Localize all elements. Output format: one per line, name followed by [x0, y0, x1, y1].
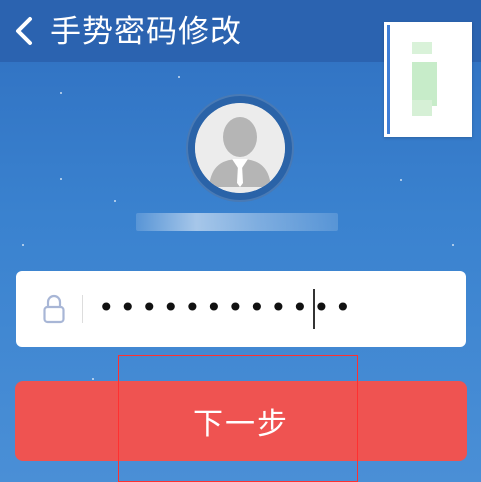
user-avatar-icon: [195, 103, 285, 193]
field-divider: [82, 295, 83, 323]
card-accent-bar: [387, 25, 390, 134]
next-step-button[interactable]: 下一步: [15, 381, 467, 461]
avatar: [195, 103, 285, 193]
chevron-left-icon: [16, 17, 32, 45]
password-field[interactable]: ••••••••••••: [16, 271, 466, 347]
password-value: ••••••••••••: [98, 291, 357, 324]
page-title: 手势密码修改: [50, 14, 242, 50]
username-text: [136, 213, 338, 231]
card-placeholder: [412, 100, 432, 116]
lock-icon: [43, 294, 65, 324]
back-button[interactable]: [12, 16, 38, 46]
text-caret: [313, 289, 315, 329]
card-placeholder: [412, 42, 432, 54]
floating-card[interactable]: [384, 22, 472, 137]
